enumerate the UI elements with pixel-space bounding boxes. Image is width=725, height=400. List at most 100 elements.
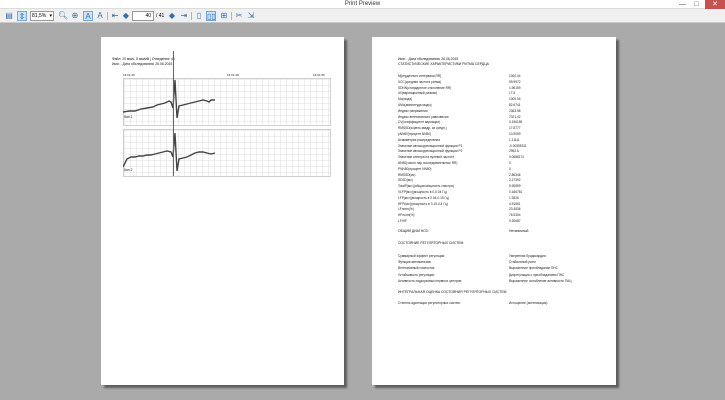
stat-row: Вегетативный гомеостаз: Выраженное преобл…: [398, 266, 608, 271]
stat-row: TotalP(мс²)(общая мощность спектра) 5.908…: [398, 184, 608, 189]
next-page-icon[interactable]: ◆: [167, 11, 177, 21]
stat-name: LFP(мс²)(мощность в 0.04-0.15 Гц): [398, 195, 450, 200]
stat-name: Степень адаптации регуляторных систем:: [398, 301, 461, 305]
stat-name: dX(вариационный размах): [398, 91, 438, 96]
stat-row: Значение автокорреляционной функции P1 -0…: [398, 144, 608, 149]
toolbar-separator: [191, 12, 192, 20]
fit-page-icon[interactable]: ⇕: [17, 11, 27, 21]
stat-row: ЧСС(средняя частота ритма) 59.9972: [398, 80, 608, 85]
stat-value: 2363.58: [509, 108, 521, 113]
stat-value: 17.8777: [509, 126, 521, 131]
stat-name: Значение автокорреляционной функции P1: [398, 143, 463, 148]
lead2-label: Кан 2: [124, 168, 133, 172]
stat-value: 7021.42: [509, 114, 521, 119]
close-button[interactable]: ✕: [705, 0, 725, 9]
stat-value: 1000.04: [509, 97, 521, 102]
page-number-input[interactable]: 40: [132, 11, 154, 21]
first-page-icon[interactable]: ⇤: [110, 11, 120, 21]
stat-row: Суммарный эффект регуляции: Умеренная бра…: [398, 254, 608, 259]
stat-row: Значение спектра на нулевой частоте 0.068…: [398, 155, 608, 160]
page2-header-line1: Имя: - Дата обследования: 26.06.2015: [398, 57, 459, 61]
stat-row: Асимметрия распределения 1.11111: [398, 138, 608, 143]
stat-name: Вегетативный гомеостаз:: [398, 266, 436, 271]
stat-value: 23.4836: [509, 207, 521, 212]
stat-name: LFnorm(%): [398, 207, 414, 212]
stat-name: Mo(мода): [398, 97, 413, 102]
regulatory-section-title: СОСТОЯНИЕ РЕГУЛЯТОРНЫХ СИСТЕМ: [398, 241, 464, 245]
stat-row: PNN50(процент NN50) 0: [398, 167, 608, 172]
stat-row: M[сердечного интервала RR] 1000.04: [398, 74, 608, 79]
last-page-icon[interactable]: ⇥: [179, 11, 189, 21]
page1-header-line2: Имя: - Дата обследования: 26.06.2015: [112, 62, 173, 66]
stat-row: VLFP(мс²)(мощность в 0-0.04 Гц) 0.166781: [398, 190, 608, 195]
chevron-down-icon: ▾: [49, 13, 52, 19]
stat-name: Функция автоматизма:: [398, 260, 432, 265]
prev-page-icon[interactable]: ◆: [121, 11, 131, 21]
maximize-button[interactable]: □: [690, 0, 703, 9]
stat-name: NN50(число пар последовательных RR): [398, 161, 458, 165]
stat-row: Устойчивость регуляции: Дисрегуляция с пр…: [398, 273, 608, 278]
page-setup-icon[interactable]: ▤: [4, 11, 14, 21]
cut-icon[interactable]: ✂: [234, 11, 244, 21]
stat-name: Индекс напряжения: [398, 108, 428, 113]
stat-value: 0: [509, 161, 511, 165]
stat-value: Дисрегуляция с преобладанием ПНС: [509, 272, 565, 277]
stat-row: Индекс напряжения 2363.58: [398, 109, 608, 114]
stat-value: Выраженное ослабление активности ПАЦ: [509, 278, 572, 283]
minimize-button[interactable]: —: [676, 0, 689, 9]
stat-row: Степень адаптации регуляторных систем: Ис…: [398, 301, 608, 306]
stat-value: 59.9972: [509, 79, 521, 84]
preview-page-2: Имя: - Дата обследования: 26.06.2015 СТА…: [372, 37, 616, 385]
stat-value: 1.11111: [509, 137, 520, 142]
window-titlebar: Print Preview — □ ✕: [0, 0, 725, 9]
stat-row: HFnorm(%) 76.5304: [398, 213, 608, 218]
general-diagnosis-label: ОБЩИЙ ДИАГНОЗ:: [398, 229, 429, 233]
stat-row: Значение автокорреляционной функции P2 29…: [398, 149, 608, 154]
stat-name: SDSD(мс): [398, 178, 413, 183]
stat-row: Индекс вегетативного равновесия 7021.42: [398, 115, 608, 120]
stat-name: Индекс вегетативного равновесия: [398, 114, 449, 119]
text-size-icon[interactable]: Ạ: [95, 11, 105, 21]
stat-row: Активность подкорковых нервных центров: В…: [398, 279, 608, 284]
stat-row: pNN50(процент NN50) 10.9099: [398, 132, 608, 137]
text-cursor-icon[interactable]: A: [83, 11, 93, 21]
stat-name: HFnorm(%): [398, 213, 415, 218]
stat-row: CV(коэффициент вариации) 0.196155: [398, 120, 608, 125]
stat-value: 2952.6: [509, 149, 519, 154]
stat-row: AMo(амплитуда моды) 82.6741: [398, 103, 608, 108]
stat-row: Mo(мода) 1000.04: [398, 97, 608, 102]
preview-page-1: Файл: 20 мм/с, 5 мм/мВ | Отведения: 40 И…: [101, 37, 344, 385]
zoom-in-icon[interactable]: ⊕: [70, 11, 80, 21]
stat-row: LFP(мс²)(мощность в 0.04-0.15 Гц) 1.3526: [398, 196, 608, 201]
stat-name: Асимметрия распределения: [398, 137, 440, 142]
stat-row: dX(вариационный размах) 17.5: [398, 91, 608, 96]
page-total: / 41: [156, 13, 165, 19]
stat-name: ЧСС(средняя частота ритма): [398, 79, 442, 84]
four-pages-icon[interactable]: ⊞: [219, 11, 229, 21]
toolbar-separator: [231, 12, 232, 20]
export-icon[interactable]: ⇲: [246, 11, 256, 21]
stat-value: Умеренная брадикардия: [509, 254, 546, 258]
stat-row: RMSSD(мс) 2.86346: [398, 173, 608, 178]
stat-value: Стабильный ритм: [509, 260, 536, 265]
one-page-icon[interactable]: ▯: [194, 11, 204, 21]
stat-name: Значение автокорреляционной функции P2: [398, 149, 463, 154]
page1-header-line1: Файл: 20 мм/с, 5 мм/мВ | Отведения: 40: [112, 57, 175, 61]
stat-name: Суммарный эффект регуляции:: [398, 254, 446, 258]
stat-value: 82.6741: [509, 103, 521, 107]
stat-row: SDNN(стандартное отклонение RR) 1.96159: [398, 86, 608, 91]
stat-value: 5.90899: [509, 184, 521, 189]
stat-name: Значение спектра на нулевой частоте: [398, 155, 455, 160]
stat-value: 2.27392: [509, 178, 521, 183]
zoom-select[interactable]: 81,5% ▾: [30, 11, 54, 21]
stat-row: RMSSD(корень квадр. из средн.) 17.8777: [398, 126, 608, 131]
stat-row: Функция автоматизма: Стабильный ритм: [398, 260, 608, 265]
toolbar-separator: [107, 12, 108, 20]
zoom-out-icon[interactable]: 🔍︎: [58, 11, 68, 21]
ecg-cursor-line[interactable]: [173, 51, 174, 176]
stat-row: HFP(мс²)(мощность в 0.15-0.4 Гц) 4.91561: [398, 202, 608, 207]
stat-value: 0.196155: [509, 120, 523, 125]
stat-value: 1.96159: [509, 85, 521, 90]
two-pages-icon[interactable]: ▯▯: [206, 11, 216, 21]
stat-value: 1.3526: [509, 195, 519, 200]
